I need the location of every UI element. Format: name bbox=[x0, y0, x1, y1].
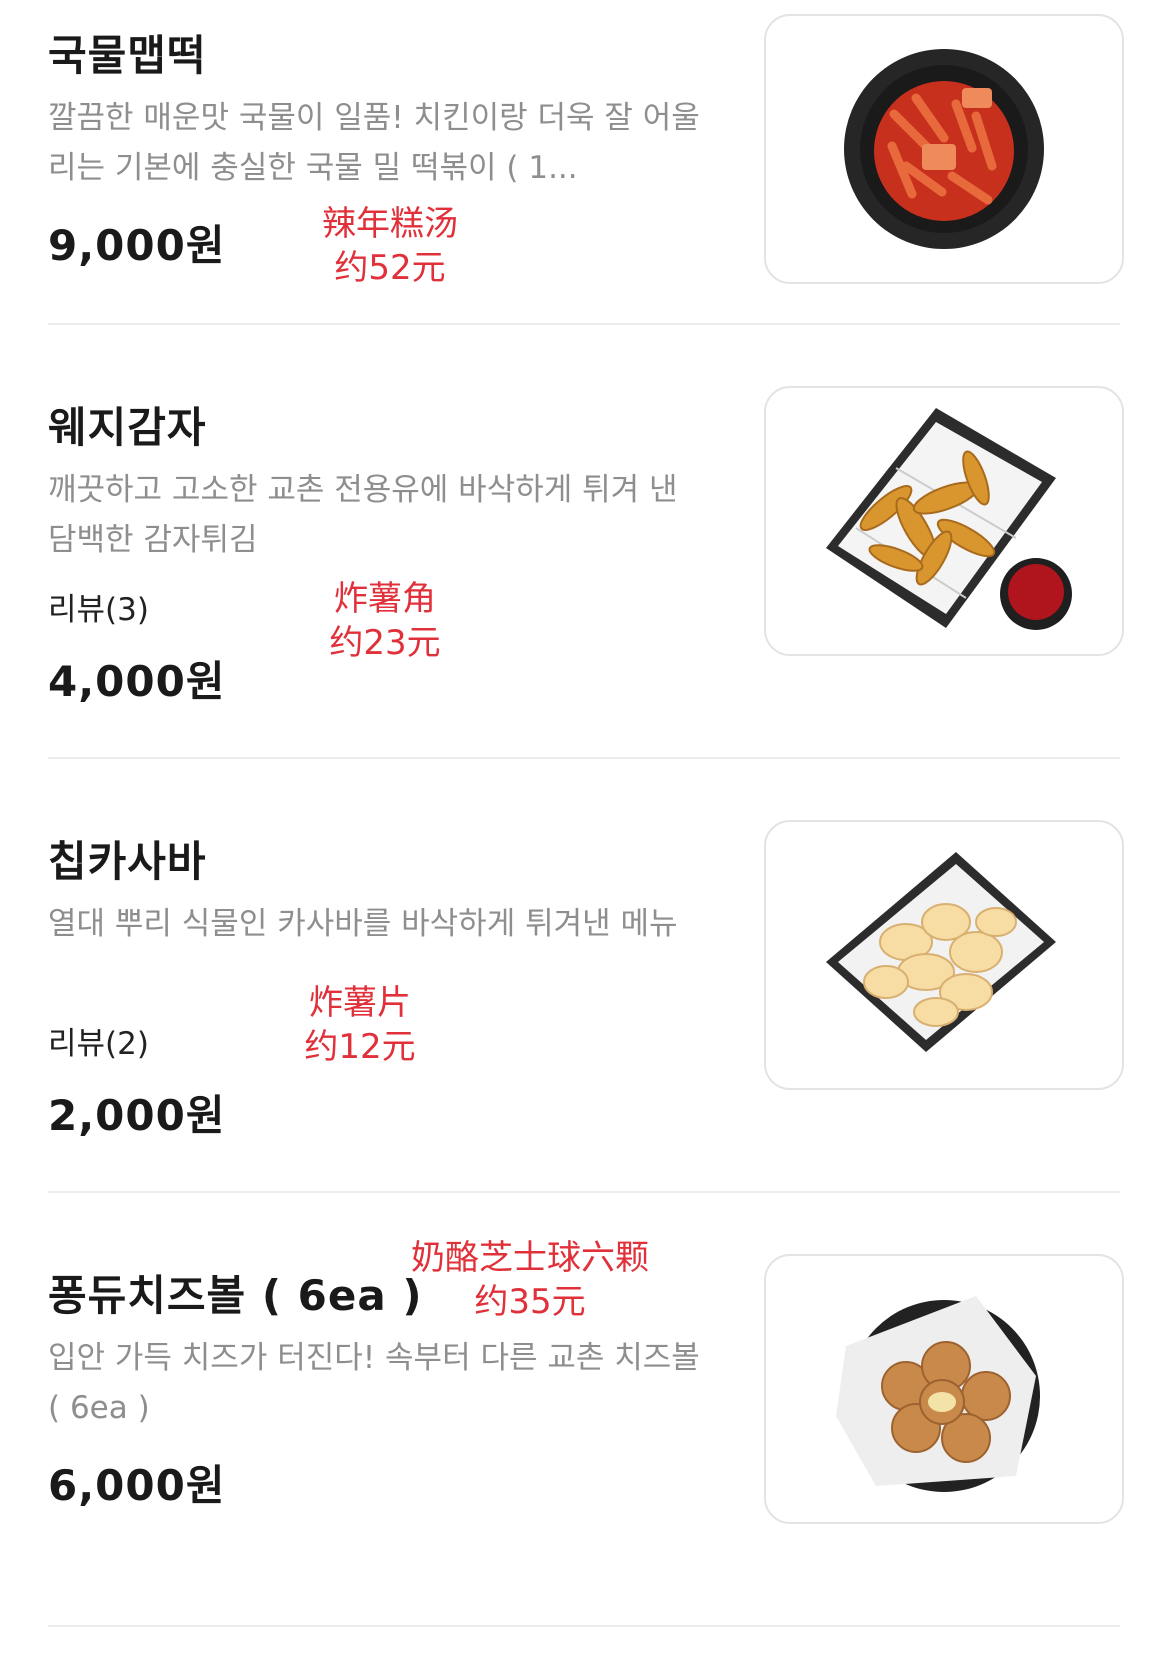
note-chinese-price: 约23元 bbox=[329, 623, 441, 663]
divider bbox=[48, 1625, 1120, 1627]
review-count-link[interactable]: 리뷰(3) bbox=[48, 584, 149, 629]
note-chinese-name: 炸薯片 bbox=[309, 983, 411, 1023]
menu-item-name: 칩카사바 bbox=[48, 837, 207, 886]
menu-item-price: 9,000원 bbox=[48, 221, 226, 270]
price-note: 奶酪芝士球六颗 约35元 bbox=[400, 1236, 660, 1324]
menu-item-name: 국물맵떡 bbox=[48, 31, 207, 80]
menu-item-description: 깔끔한 매운맛 국물이 일품! 치킨이랑 더욱 잘 어울리는 기본에 충실한 국… bbox=[48, 100, 700, 186]
menu-item-description: 깨끗하고 고소한 교촌 전용유에 바삭하게 튀겨 낸 담백한 감자튀김 bbox=[48, 472, 678, 558]
tteokbokki-bowl-icon[interactable] bbox=[764, 14, 1124, 284]
menu-item-description: 열대 뿌리 식물인 카사바를 바삭하게 튀겨낸 메뉴 bbox=[48, 906, 678, 942]
price-note: 炸薯角 约23元 bbox=[320, 577, 450, 665]
divider bbox=[48, 1191, 1120, 1193]
menu-item-price: 2,000원 bbox=[48, 1091, 226, 1140]
price-note: 炸薯片 约12元 bbox=[300, 981, 420, 1069]
menu-item-price: 4,000원 bbox=[48, 657, 226, 706]
price-note: 辣年糕汤 约52元 bbox=[310, 202, 470, 290]
cassava-chips-basket-icon[interactable] bbox=[764, 820, 1124, 1090]
divider bbox=[48, 757, 1120, 759]
cheese-balls-plate-icon[interactable] bbox=[764, 1254, 1124, 1524]
menu-item-price: 6,000원 bbox=[48, 1461, 226, 1510]
note-chinese-name: 辣年糕汤 bbox=[322, 204, 458, 244]
note-chinese-price: 约12元 bbox=[304, 1027, 416, 1067]
review-count-link[interactable]: 리뷰(2) bbox=[48, 1018, 149, 1063]
note-chinese-price: 约35元 bbox=[474, 1282, 586, 1322]
note-chinese-price: 约52元 bbox=[334, 248, 446, 288]
note-chinese-name: 炸薯角 bbox=[334, 579, 436, 619]
menu-item-name: 퐁듀치즈볼 ( 6ea ) bbox=[48, 1271, 423, 1320]
note-chinese-name: 奶酪芝士球六颗 bbox=[411, 1238, 649, 1278]
divider bbox=[48, 323, 1120, 325]
potato-wedges-basket-icon[interactable] bbox=[764, 386, 1124, 656]
menu-item-description: 입안 가득 치즈가 터진다! 속부터 다른 교촌 치즈볼 ( 6ea ) bbox=[48, 1340, 700, 1426]
menu-item-name: 웨지감자 bbox=[48, 403, 207, 452]
